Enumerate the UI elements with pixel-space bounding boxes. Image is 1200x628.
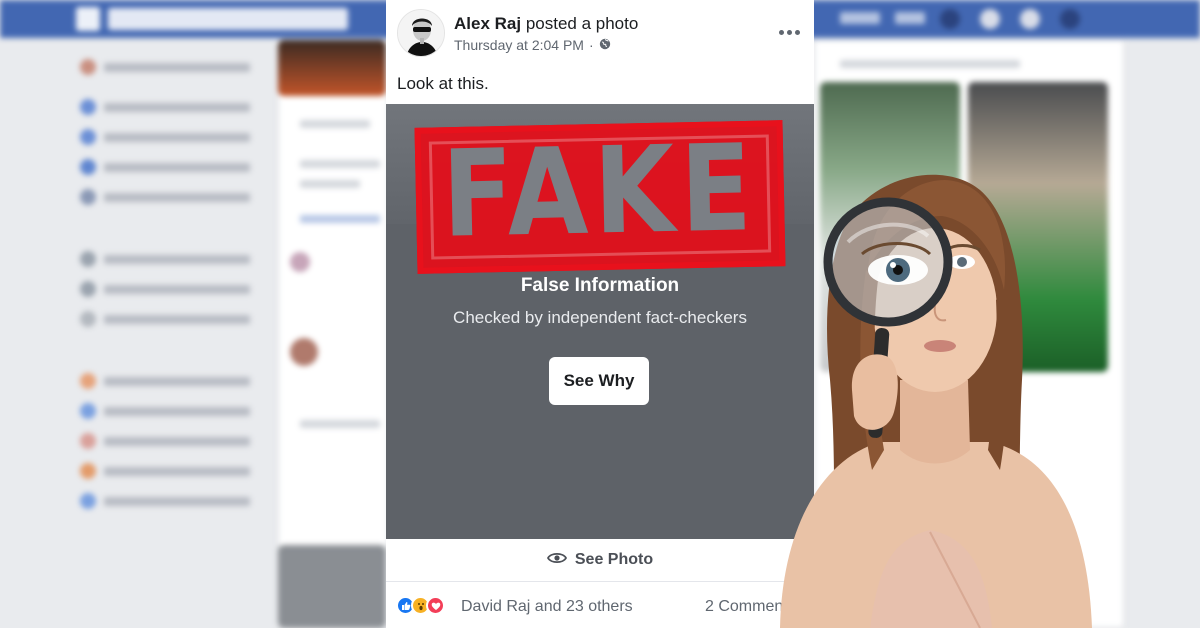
- post-meta: Thursday at 2:04 PM ·: [454, 37, 611, 53]
- post-timestamp[interactable]: Thursday at 2:04 PM: [454, 37, 584, 53]
- background-text-line: [300, 120, 370, 128]
- background-avatar: [290, 252, 310, 272]
- post-header: Alex Raj posted a photo: [454, 14, 638, 34]
- meta-separator: ·: [588, 37, 594, 53]
- post-text: Look at this.: [397, 74, 489, 93]
- globe-icon[interactable]: [599, 37, 611, 53]
- eye-icon: [546, 551, 567, 570]
- background-feed-column: [278, 40, 388, 628]
- background-photo: [278, 40, 386, 96]
- avatar-portrait: [398, 10, 444, 56]
- background-sidebar-item: [80, 432, 250, 450]
- background-text-line: [840, 60, 1020, 68]
- background-text-line: [300, 420, 380, 428]
- background-sidebar-item: [80, 310, 250, 328]
- background-nav-item: [840, 12, 880, 24]
- background-nav-item: [895, 12, 925, 24]
- see-photo-label: See Photo: [574, 551, 654, 568]
- background-text-line: [300, 215, 380, 223]
- background-sidebar-item: [80, 98, 250, 116]
- background-sidebar-item: [80, 128, 250, 146]
- reaction-icons[interactable]: [396, 596, 445, 615]
- stamp-text: FAKE: [440, 117, 759, 265]
- see-why-button[interactable]: See Why: [549, 357, 649, 405]
- background-nav-icon: [1020, 9, 1040, 29]
- background-text-line: [300, 160, 380, 168]
- fact-check-overlay[interactable]: FAKE False Information Checked by indepe…: [386, 104, 814, 539]
- background-nav-icon: [1060, 9, 1080, 29]
- background-sidebar-item: [80, 492, 250, 510]
- background-nav-icon: [940, 9, 960, 29]
- post-action: posted a photo: [525, 14, 639, 33]
- woman-with-magnifying-glass: [780, 174, 1092, 628]
- see-photo-button[interactable]: See Photo: [386, 539, 814, 582]
- background-sidebar-item: [80, 462, 250, 480]
- reaction-summary[interactable]: David Raj and 23 others: [461, 598, 633, 616]
- more-options-icon[interactable]: [776, 21, 802, 43]
- false-information-title: False Information: [520, 275, 680, 296]
- background-sidebar-item: [80, 188, 250, 206]
- background-sidebar-item: [80, 58, 250, 76]
- background-sidebar-item: [80, 280, 250, 298]
- background-sidebar-item: [80, 402, 250, 420]
- background-sidebar-item: [80, 158, 250, 176]
- fake-stamp: FAKE: [414, 117, 786, 274]
- background-photo: [278, 545, 386, 628]
- author-avatar[interactable]: [397, 9, 445, 57]
- author-name[interactable]: Alex Raj: [454, 14, 521, 33]
- background-nav-icon: [980, 9, 1000, 29]
- background-avatar: [290, 338, 318, 366]
- background-logo: [76, 7, 100, 31]
- background-text-line: [300, 180, 360, 188]
- background-sidebar-item: [80, 250, 250, 268]
- background-search-bar: [108, 8, 348, 30]
- fact-check-subtitle: Checked by independent fact-checkers: [453, 308, 747, 327]
- love-icon: [426, 596, 445, 615]
- background-sidebar-item: [80, 372, 250, 390]
